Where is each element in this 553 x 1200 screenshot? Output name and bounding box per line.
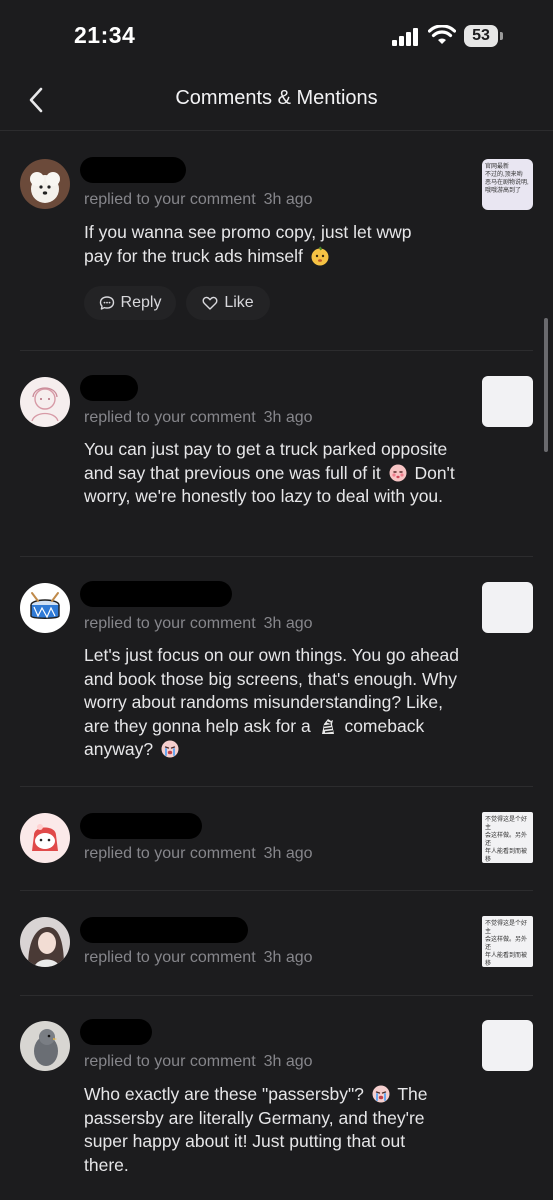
username-redacted [80,375,138,401]
crying-face-emoji [161,740,179,758]
status-time: 21:34 [74,22,136,48]
timestamp: 3h ago [263,409,313,426]
signal-icon [392,28,418,46]
zebra-emoji [321,718,334,734]
post-thumbnail[interactable]: 不觉得这是个好主 会这样做。另外还 年人能看到而被移 查看原文 [482,916,533,967]
pear-face-emoji [311,246,329,265]
avatar[interactable] [20,813,70,863]
post-thumbnail[interactable] [482,376,533,427]
page-title: Comments & Mentions [175,87,378,109]
status-bar: 21:34 53 [0,0,553,70]
post-thumbnail[interactable]: 官网最新 不过的,顶来哟 恶马在剧物说明, 哦哦游高到了 [482,159,533,210]
battery-level: 53 [472,27,490,44]
nav-bar: Comments & Mentions [0,70,553,131]
avatar[interactable] [20,1021,70,1071]
comment-text-content: Who exactly are these "passersby"? [84,1084,364,1104]
thumbnail-text: 不觉得这是个好主 会这样做。另外还 年人能看到而被移 查看原文 [485,817,528,863]
bird-avatar [20,1021,70,1071]
post-thumbnail[interactable] [482,1020,533,1071]
reply-button[interactable]: Reply [84,286,176,320]
action-text: replied to your comment [84,615,256,632]
list-item[interactable]: replied to your comment 3h ago Who exactl… [0,996,553,1200]
comment-meta: replied to your comment 3h ago [84,409,313,427]
back-button[interactable] [18,82,54,118]
timestamp: 3h ago [263,1053,313,1070]
comment-meta: replied to your comment 3h ago [84,845,313,863]
username-redacted [80,813,202,839]
blushing-face-emoji [389,464,407,481]
wifi-icon [428,25,456,44]
like-button[interactable]: Like [186,286,270,320]
reply-label: Reply [120,294,162,311]
comment-text: Who exactly are these "passersby"? The p… [84,1083,454,1177]
comment-text: You can just pay to get a truck parked o… [84,438,456,509]
avatar[interactable] [20,377,70,427]
white-dog-avatar [20,159,70,209]
thumbnail-text: 不觉得这是个好主 会这样做。另外还 年人能看到而被移 查看原文 [485,921,528,967]
avatar[interactable] [20,583,70,633]
battery-icon: 53 [464,25,506,47]
username-redacted [80,917,248,943]
heart-icon [202,296,218,310]
action-text: replied to your comment [84,409,256,426]
like-label: Like [224,294,254,311]
comment-meta: replied to your comment 3h ago [84,949,313,967]
timestamp: 3h ago [263,949,313,966]
username-redacted [80,1019,152,1045]
action-text: replied to your comment [84,845,256,862]
comment-bubble-icon [99,296,114,310]
timestamp: 3h ago [263,191,313,208]
avatar[interactable] [20,159,70,209]
thumbnail-text: 官网最新 不过的,顶来哟 恶马在剧物说明, 哦哦游高到了 [485,164,529,194]
post-thumbnail[interactable] [482,582,533,633]
list-item[interactable]: replied to your comment 3h ago Let's just… [0,557,553,786]
comment-text: If you wanna see promo copy, just let ww… [84,221,444,268]
comment-meta: replied to your comment 3h ago [84,1053,313,1071]
post-thumbnail[interactable]: 不觉得这是个好主 会这样做。另外还 年人能看到而被移 查看原文 [482,812,533,863]
comment-text-content: If you wanna see promo copy, just let ww… [84,222,412,266]
list-item[interactable]: replied to your comment 3h ago 不觉得这是个好主 会… [0,787,553,890]
timestamp: 3h ago [263,615,313,632]
timestamp: 3h ago [263,845,313,862]
drum-avatar [20,583,70,633]
action-text: replied to your comment [84,191,256,208]
username-redacted [80,157,186,183]
comment-text: Let's just focus on our own things. You … [84,644,460,762]
comment-meta: replied to your comment 3h ago [84,615,313,633]
list-item[interactable]: replied to your comment 3h ago You can ju… [0,351,553,556]
comment-meta: replied to your comment 3h ago [84,191,313,209]
battery-tip [500,32,503,40]
avatar[interactable] [20,917,70,967]
crying-face-emoji [372,1085,390,1103]
red-mask-avatar [20,813,70,863]
chevron-left-icon [29,87,43,113]
action-text: replied to your comment [84,1053,256,1070]
list-item[interactable]: replied to your comment 3h ago If you wan… [0,131,553,350]
list-item[interactable]: replied to your comment 3h ago 不觉得这是个好主 会… [0,891,553,995]
sketch-girl-avatar [20,377,70,427]
woman-avatar [20,917,70,967]
action-text: replied to your comment [84,949,256,966]
username-redacted [80,581,232,607]
